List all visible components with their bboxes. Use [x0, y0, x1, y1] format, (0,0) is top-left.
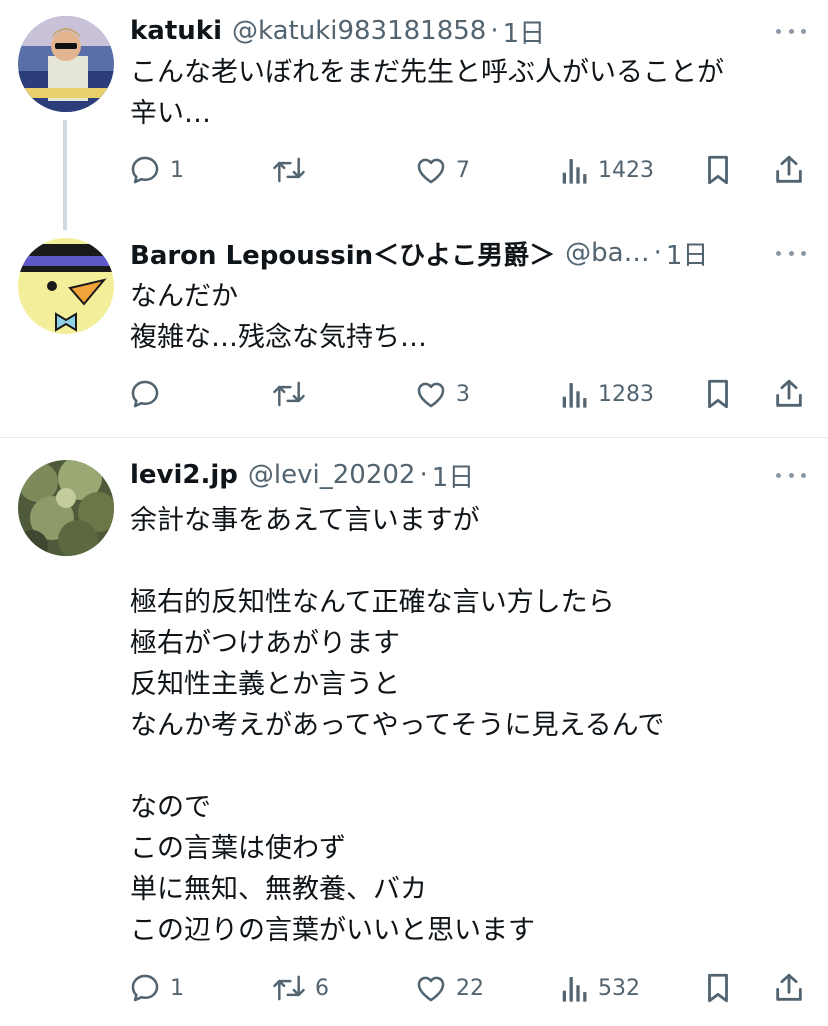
text-line: 余計な事をあえて言いますが: [130, 505, 480, 536]
tweet-header: levi2.jp @levi_20202 · 1日: [130, 457, 475, 494]
bookmark-icon: [708, 155, 728, 185]
reply-count: 1: [170, 975, 184, 1001]
share-icon: [776, 155, 802, 183]
user-handle[interactable]: @katuki983181858: [232, 16, 486, 46]
text-line: なんだか: [130, 281, 238, 312]
text-line: なので: [130, 792, 211, 823]
more-icon[interactable]: [776, 460, 806, 490]
more-icon[interactable]: [776, 238, 806, 268]
retweet-icon: [273, 381, 305, 407]
text-line: こんな老いぼれをまだ先生と呼ぶ人がいることが: [130, 57, 724, 88]
text-line: なんか考えがあってやってそうに見えるんで: [130, 710, 665, 741]
view-count: 1423: [598, 157, 654, 183]
bookmark-icon: [708, 379, 728, 409]
separator-dot: ·: [653, 238, 662, 268]
action-bar: 1 6 22 532: [128, 968, 818, 1008]
separator-dot: ·: [419, 460, 428, 490]
tweet-baron-lepoussin[interactable]: Baron Lepoussin＜ひよこ男爵＞ @ba… · 1日 なんだか 複雑…: [0, 216, 828, 438]
share-icon: [776, 379, 802, 407]
views-button[interactable]: 532: [560, 968, 640, 1008]
share-button[interactable]: [772, 150, 806, 190]
reply-count: 1: [170, 157, 184, 183]
display-name[interactable]: levi2.jp: [130, 460, 238, 490]
views-icon: [562, 159, 587, 184]
display-name[interactable]: Baron Lepoussin＜ひよこ男爵＞: [130, 235, 555, 272]
text-line: 極右がつけあがります: [130, 628, 400, 659]
like-button[interactable]: 22: [414, 968, 484, 1008]
text-line: 単に無知、無教養、バカ: [130, 874, 427, 905]
separator-dot: ·: [490, 16, 499, 46]
tweet-header: Baron Lepoussin＜ひよこ男爵＞ @ba… · 1日: [130, 235, 709, 272]
avatar[interactable]: [18, 460, 114, 556]
avatar[interactable]: [18, 16, 114, 112]
retweet-icon: [273, 975, 305, 1001]
retweet-count: 6: [315, 975, 329, 1001]
timestamp[interactable]: 1日: [432, 457, 475, 494]
like-count: 22: [456, 975, 484, 1001]
reply-button[interactable]: 1: [128, 968, 184, 1008]
views-button[interactable]: 1283: [560, 374, 654, 414]
text-line: この辺りの言葉がいいと思います: [130, 915, 535, 946]
heart-icon: [417, 976, 445, 1002]
user-handle[interactable]: @ba…: [565, 238, 649, 268]
reply-icon: [131, 974, 159, 1002]
share-button[interactable]: [772, 374, 806, 414]
timestamp[interactable]: 1日: [666, 235, 709, 272]
retweet-button[interactable]: [271, 150, 315, 190]
reply-icon: [131, 380, 159, 408]
text-line: 複雑な…残念な気持ち…: [130, 322, 427, 353]
avatar[interactable]: [18, 238, 114, 334]
view-count: 532: [598, 975, 640, 1001]
action-bar: 1 7 1423: [128, 150, 818, 190]
bookmark-button[interactable]: [702, 150, 734, 190]
action-bar: 3 1283: [128, 374, 818, 414]
text-line: この言葉は使わず: [130, 833, 346, 864]
text-line: [130, 541, 664, 582]
tweet-levi2[interactable]: levi2.jp @levi_20202 · 1日 余計な事をあえて言いますが …: [0, 438, 828, 1026]
views-icon: [562, 383, 587, 408]
like-button[interactable]: 3: [414, 374, 470, 414]
text-line: 反知性主義とか言うと: [130, 669, 400, 700]
display-name[interactable]: katuki: [130, 16, 222, 46]
tweet-text: 余計な事をあえて言いますが 極右的反知性なんて正確な言い方したら 極右がつけあが…: [130, 500, 664, 951]
heart-icon: [417, 382, 445, 408]
more-icon[interactable]: [776, 16, 806, 46]
heart-icon: [417, 158, 445, 184]
retweet-icon: [273, 157, 305, 183]
like-count: 7: [456, 157, 470, 183]
bookmark-button[interactable]: [702, 374, 734, 414]
tweet-header: katuki @katuki983181858 · 1日: [130, 13, 546, 50]
tweet-text: こんな老いぼれをまだ先生と呼ぶ人がいることが 辛い…: [130, 52, 724, 134]
retweet-button[interactable]: [271, 374, 315, 414]
bookmark-button[interactable]: [702, 968, 734, 1008]
views-button[interactable]: 1423: [560, 150, 654, 190]
bookmark-icon: [708, 973, 728, 1003]
text-line: [130, 746, 664, 787]
text-line: 辛い…: [130, 98, 211, 129]
like-count: 3: [456, 381, 470, 407]
reply-button[interactable]: 1: [128, 150, 184, 190]
views-icon: [562, 977, 587, 1002]
reply-icon: [131, 156, 159, 184]
thread-line: [63, 120, 67, 230]
share-button[interactable]: [772, 968, 806, 1008]
user-handle[interactable]: @levi_20202: [248, 460, 416, 490]
like-button[interactable]: 7: [414, 150, 470, 190]
reply-button[interactable]: [128, 374, 170, 414]
retweet-button[interactable]: 6: [271, 968, 329, 1008]
tweet-text: なんだか 複雑な…残念な気持ち…: [130, 276, 427, 358]
view-count: 1283: [598, 381, 654, 407]
text-line: 極右的反知性なんて正確な言い方したら: [130, 587, 615, 618]
timestamp[interactable]: 1日: [503, 13, 546, 50]
tweet-katuki[interactable]: katuki @katuki983181858 · 1日 こんな老いぼれをまだ先…: [0, 0, 828, 230]
share-icon: [776, 973, 802, 1001]
